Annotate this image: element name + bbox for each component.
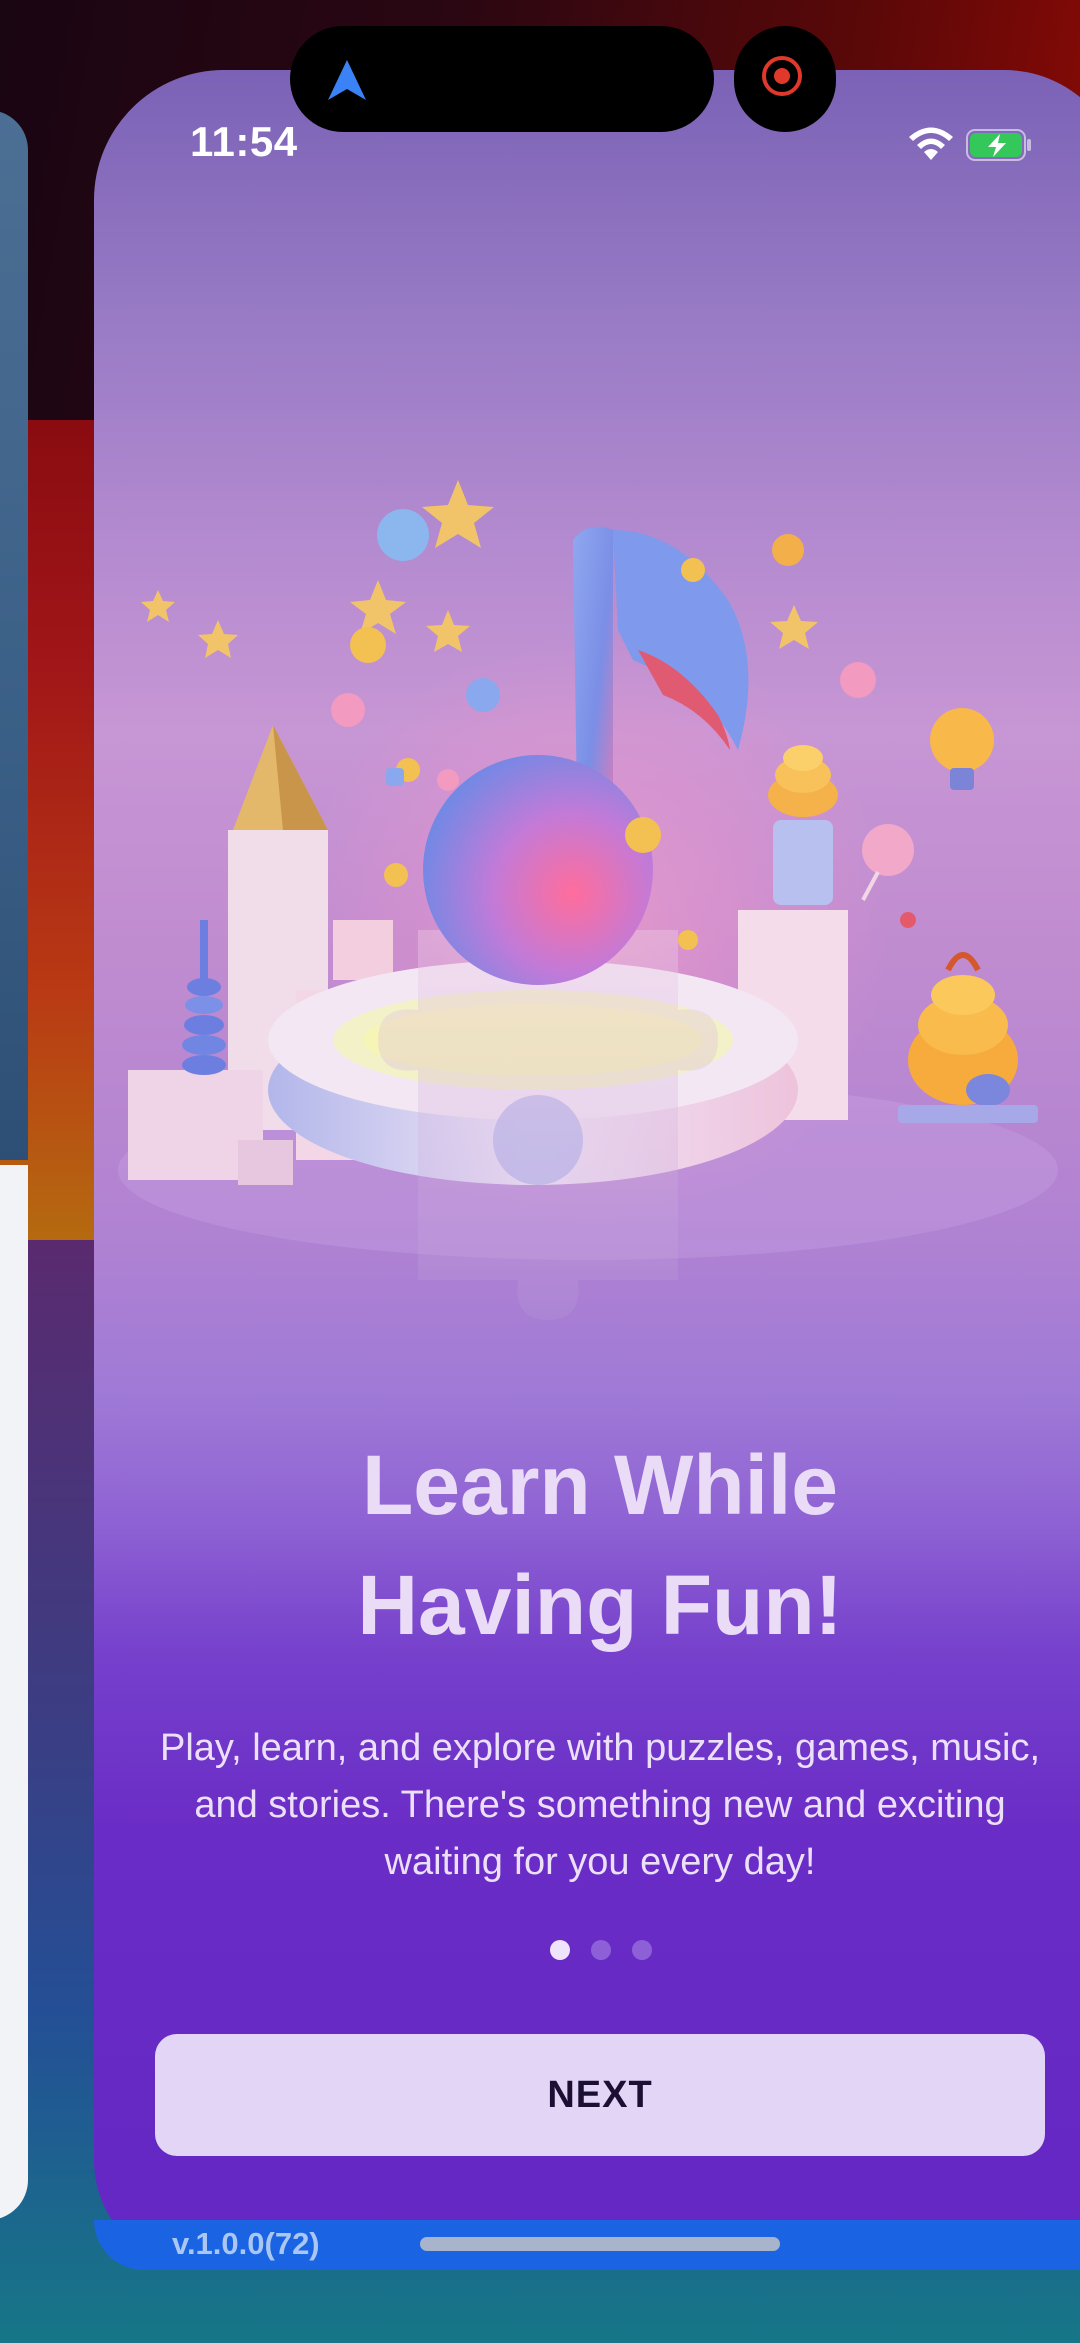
background-app-card-top[interactable] — [0, 110, 28, 1160]
page-dot-2[interactable] — [591, 1940, 611, 1960]
dynamic-island — [290, 26, 714, 132]
lightbulb-icon — [930, 708, 994, 790]
onboarding-description: Play, learn, and explore with puzzles, g… — [159, 1727, 1041, 1883]
page-indicator — [550, 1940, 652, 1960]
title-line-2: Having Fun! — [357, 1558, 843, 1652]
home-indicator[interactable] — [420, 2237, 780, 2251]
wifi-icon — [909, 127, 953, 160]
screen-recording-indicator[interactable] — [734, 26, 836, 132]
status-time: 11:54 — [190, 118, 298, 165]
beehive-icon — [898, 952, 1038, 1123]
location-arrow-icon[interactable] — [326, 58, 368, 102]
onboarding-title: Learn While Having Fun! — [150, 1425, 1050, 1665]
page-dot-1[interactable] — [550, 1940, 570, 1960]
honey-jar-icon — [768, 745, 838, 905]
next-button[interactable]: NEXT — [155, 2034, 1045, 2156]
lollipop-icon — [861, 824, 914, 901]
music-note-puzzle-illustration — [118, 480, 1058, 1320]
music-note-icon — [423, 526, 749, 985]
version-label: v.1.0.0(72) — [172, 2226, 320, 2261]
background-app-card-bottom[interactable] — [0, 1165, 28, 2220]
battery-charging-icon — [966, 129, 1031, 161]
page-dot-3[interactable] — [632, 1940, 652, 1960]
recording-dot — [774, 68, 790, 84]
title-line-1: Learn While — [361, 1438, 839, 1532]
stacking-rings-icon — [182, 920, 226, 1075]
